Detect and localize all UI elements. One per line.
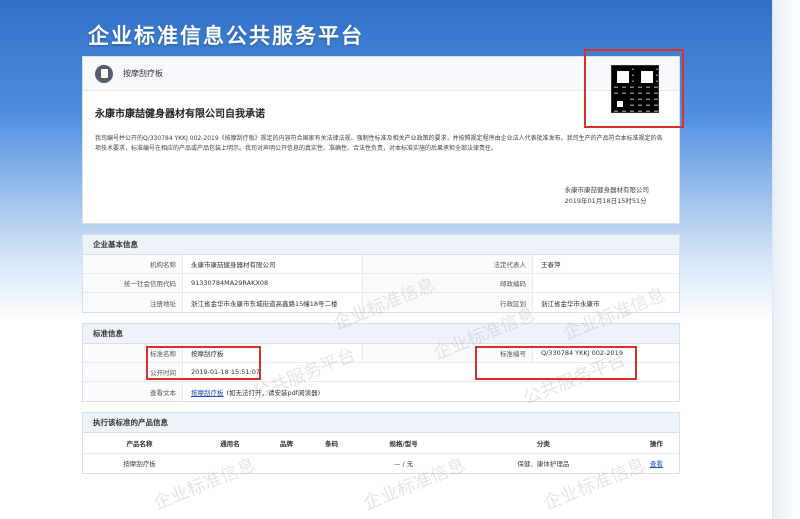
products-card: 执行该标准的产品信息 产品名称 通用名 品牌 条码 规格/型号 分类 操作 按摩… (82, 412, 680, 474)
basic-info-heading: 企业基本信息 (83, 235, 679, 255)
info-value: 王春萍 (541, 261, 561, 269)
column-header: 通用名 (196, 433, 264, 454)
signature-company: 永康市康喆健身器材有限公司 (564, 186, 650, 194)
info-row: 注册地址 浙江省金华市永康市东城街道高鑫路15幢18号二楼 行政区划 浙江省金华… (83, 293, 679, 312)
info-row: 查看文本 按摩刮疗板 (如无法打开，请安装pdf阅读器) (83, 382, 679, 401)
spec-cell: — / 无 (393, 460, 414, 469)
view-text-label: 查看文本 (83, 382, 183, 401)
column-header: 分类 (452, 433, 634, 454)
info-value: 91330784MA29RAKX08 (183, 274, 363, 292)
info-value: 永康市康喆健身器材有限公司 (183, 255, 363, 273)
signature-date: 2019年01月18日15时51分 (564, 197, 647, 205)
standard-number-highlight (475, 346, 637, 380)
info-label: 行政区划 (363, 293, 533, 312)
column-header: 条码 (309, 433, 355, 454)
products-heading: 执行该标准的产品信息 (83, 413, 679, 433)
column-header: 品牌 (263, 433, 310, 454)
barcode-cell (309, 453, 354, 473)
info-value: 浙江省金华市永康市 (541, 299, 600, 308)
info-label: 机构名称 (83, 255, 183, 273)
right-scroll-strip (772, 0, 800, 519)
info-row: 机构名称 永康市康喆健身器材有限公司 法定代表人 王春萍 (83, 255, 679, 274)
brand-cell (264, 453, 309, 473)
basic-info-card: 企业基本信息 机构名称 永康市康喆健身器材有限公司 法定代表人 王春萍 统一社会… (82, 234, 680, 313)
table-row: 按摩刮疗板 — / 无 保健、康体护理品 查看 (83, 453, 679, 473)
info-row: 统一社会信用代码 91330784MA29RAKX08 邮政编码 (83, 274, 679, 293)
column-header: 规格/型号 (354, 433, 453, 454)
column-header: 操作 (633, 433, 679, 454)
pdf-note: (如无法打开，请安装pdf阅读器) (226, 388, 321, 397)
info-value (533, 274, 679, 292)
product-name-cell: 按摩刮疗板 (123, 460, 156, 469)
info-value: 浙江省金华市永康市东城街道高鑫路15幢18号二楼 (183, 293, 363, 312)
standard-name-highlight (146, 346, 261, 380)
commitment-text: 我司编号并公开的Q/330784 YKKJ 002-2019《按摩刮疗板》规定的… (95, 135, 663, 152)
info-label: 法定代表人 (363, 255, 533, 273)
category-cell: 保健、康体护理品 (517, 460, 570, 469)
products-table: 产品名称 通用名 品牌 条码 规格/型号 分类 操作 按摩刮疗板 — / 无 保… (83, 433, 679, 473)
view-text-value: 按摩刮疗板 (如无法打开，请安装pdf阅读器) (183, 382, 320, 401)
column-header: 产品名称 (83, 433, 197, 454)
qr-highlight-box (584, 49, 684, 128)
table-header-row: 产品名称 通用名 品牌 条码 规格/型号 分类 操作 (83, 433, 679, 454)
standard-info-heading: 标准信息 (83, 324, 679, 344)
standard-text-link[interactable]: 按摩刮疗板 (191, 387, 224, 397)
info-label: 注册地址 (83, 293, 183, 312)
generic-name-cell (196, 453, 264, 473)
view-product-link[interactable]: 查看 (650, 460, 663, 468)
signature-block: 永康市康喆健身器材有限公司 2019年01月18日15时51分 (565, 185, 650, 207)
action-cell: 查看 (634, 453, 679, 473)
breadcrumb-label: 按摩刮疗板 (123, 69, 163, 78)
info-label: 统一社会信用代码 (83, 274, 183, 292)
info-label: 邮政编码 (363, 274, 533, 292)
site-title: 企业标准信息公共服务平台 (88, 24, 364, 48)
document-icon (95, 64, 113, 83)
